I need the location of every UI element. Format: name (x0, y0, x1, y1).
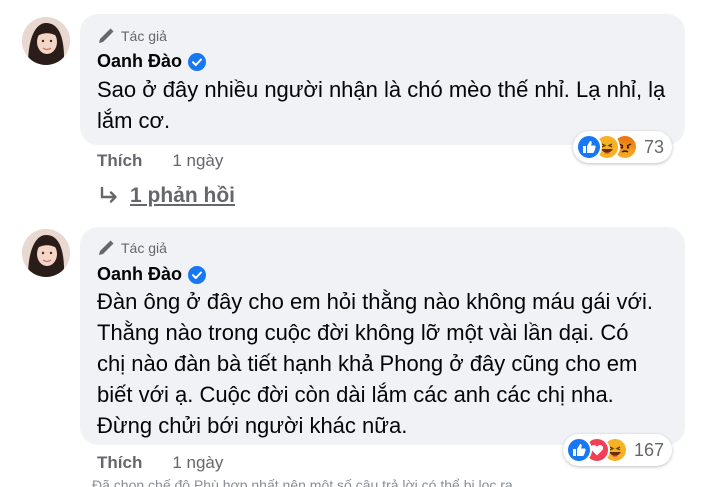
comment-line: chị nào đàn bà tiết hạnh khả Phong ở đây… (97, 351, 638, 376)
view-replies-label[interactable]: 1 phản hồi (130, 184, 235, 208)
verified-badge-icon (188, 52, 207, 71)
author-tag-label: Tác giả (121, 28, 167, 44)
timestamp[interactable]: 1 ngày (172, 453, 223, 473)
like-button[interactable]: Thích (97, 453, 142, 473)
timestamp[interactable]: 1 ngày (172, 151, 223, 171)
author-name-row: Oanh Đào (97, 264, 207, 285)
author-name-row: Oanh Đào (97, 51, 207, 72)
filter-notice: Đã chọn chế độ Phù hợp nhất nên một số c… (92, 477, 517, 487)
like-icon (566, 437, 592, 463)
comment-actions: Thích 1 ngày (97, 151, 223, 171)
verified-badge-icon (188, 265, 207, 284)
reaction-summary[interactable]: 167 (563, 434, 673, 466)
comment-line: lắm cơ. (97, 108, 171, 133)
author-name[interactable]: Oanh Đào (97, 51, 182, 72)
comment-line: Đàn ông ở đây cho em hỏi thằng nào không… (97, 289, 653, 314)
comment-actions: Thích 1 ngày (97, 453, 223, 473)
avatar[interactable] (22, 229, 70, 277)
author-tag-label: Tác giả (121, 240, 167, 256)
comment-text: Đàn ông ở đây cho em hỏi thằng nào không… (97, 286, 653, 441)
pencil-icon (97, 27, 115, 45)
author-tag: Tác giả (97, 27, 167, 45)
comment-line: Thằng nào trong cuộc đời không lỡ một và… (97, 320, 629, 345)
reaction-summary[interactable]: 73 (573, 131, 673, 163)
author-name[interactable]: Oanh Đào (97, 264, 182, 285)
like-icon (576, 134, 602, 160)
author-tag: Tác giả (97, 239, 167, 257)
view-replies-link[interactable]: 1 phản hồi (98, 184, 235, 208)
comment-text: Sao ở đây nhiều người nhận là chó mèo th… (97, 74, 665, 136)
reaction-count: 73 (644, 136, 665, 157)
comment-line: biết với ạ. Cuộc đời còn dài lắm các anh… (97, 382, 614, 407)
like-button[interactable]: Thích (97, 151, 142, 171)
pencil-icon (97, 239, 115, 257)
reply-arrow-icon (98, 185, 120, 207)
avatar[interactable] (22, 17, 70, 65)
comment-line: Sao ở đây nhiều người nhận là chó mèo th… (97, 77, 666, 102)
reaction-count: 167 (634, 439, 665, 460)
